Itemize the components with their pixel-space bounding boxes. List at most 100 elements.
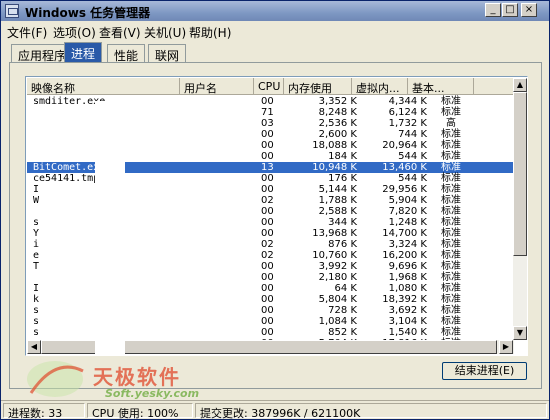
process-memory: 184 K (328, 151, 357, 162)
process-memory: 2,588 K (318, 206, 357, 217)
process-virtual-memory: 9,696 K (388, 261, 427, 272)
process-cpu: 02 (261, 250, 274, 261)
menu-view[interactable]: 查看(V) (99, 24, 141, 41)
task-manager-window: Windows 任务管理器 _ □ × 文件(F) 选项(O) 查看(V) 关机… (0, 0, 550, 420)
process-cpu: 00 (261, 327, 274, 338)
process-memory: 2,180 K (318, 272, 357, 283)
menu-help[interactable]: 帮助(H) (189, 24, 231, 41)
tab-performance[interactable]: 性能 (107, 44, 146, 63)
process-cpu: 71 (261, 107, 274, 118)
minimize-button[interactable]: _ (485, 3, 501, 17)
menu-file[interactable]: 文件(F) (7, 24, 47, 41)
title-bar[interactable]: Windows 任务管理器 _ □ × (1, 1, 549, 21)
process-name: i (33, 239, 40, 250)
column-header-cpu[interactable]: CPU (254, 78, 284, 95)
process-base-priority: 标准 (441, 151, 461, 162)
process-cpu: 00 (261, 151, 274, 162)
process-cpu: 03 (261, 118, 274, 129)
process-memory: 18,088 K (312, 140, 357, 151)
process-base-priority: 标准 (441, 162, 461, 173)
process-cpu: 00 (261, 294, 274, 305)
process-memory: 728 K (328, 305, 357, 316)
process-virtual-memory: 1,732 K (388, 118, 427, 129)
process-virtual-memory: 7,820 K (388, 206, 427, 217)
process-base-priority: 标准 (441, 327, 461, 338)
process-virtual-memory: 1,248 K (388, 217, 427, 228)
task-manager-icon (5, 4, 19, 18)
process-memory: 1,788 K (318, 195, 357, 206)
process-base-priority: 标准 (441, 217, 461, 228)
process-memory: 13,968 K (312, 228, 357, 239)
process-cpu: 00 (261, 305, 274, 316)
process-cpu: 00 (261, 140, 274, 151)
process-virtual-memory: 1,540 K (388, 327, 427, 338)
process-cpu: 00 (261, 316, 274, 327)
process-virtual-memory: 3,104 K (388, 316, 427, 327)
column-header-base-priority[interactable]: 基本... (408, 78, 474, 95)
scroll-up-button[interactable]: ▲ (513, 78, 527, 92)
vertical-scrollbar[interactable]: ▲ ▼ (513, 78, 527, 340)
process-cpu: 00 (261, 206, 274, 217)
process-name: e (33, 250, 40, 261)
redacted-area (95, 101, 125, 356)
scroll-right-button[interactable]: ▶ (499, 340, 513, 354)
process-base-priority: 标准 (441, 305, 461, 316)
process-name: T (33, 261, 40, 272)
process-memory: 2,600 K (318, 129, 357, 140)
process-base-priority: 标准 (441, 173, 461, 184)
process-virtual-memory: 544 K (398, 173, 427, 184)
process-memory: 876 K (328, 239, 357, 250)
column-header-filler (474, 78, 514, 95)
status-bar: 进程数: 33 CPU 使用: 100% 提交更改: 387996K / 621… (1, 400, 549, 420)
process-cpu: 00 (261, 184, 274, 195)
process-virtual-memory: 3,692 K (388, 305, 427, 316)
process-memory: 852 K (328, 327, 357, 338)
tab-networking[interactable]: 联网 (148, 44, 187, 63)
status-process-count: 进程数: 33 (3, 403, 85, 420)
process-memory: 3,352 K (318, 96, 357, 107)
status-commit-charge: 提交更改: 387996K / 621100K (195, 403, 547, 420)
process-base-priority: 标准 (441, 206, 461, 217)
process-virtual-memory: 4,344 K (388, 96, 427, 107)
process-cpu: 00 (261, 129, 274, 140)
process-name: s (33, 217, 40, 228)
process-base-priority: 标准 (441, 96, 461, 107)
process-virtual-memory: 20,964 K (382, 140, 427, 151)
scroll-down-button[interactable]: ▼ (513, 326, 527, 340)
process-memory: 3,992 K (318, 261, 357, 272)
process-virtual-memory: 5,904 K (388, 195, 427, 206)
process-cpu: 00 (261, 217, 274, 228)
menu-options[interactable]: 选项(O) (53, 24, 96, 41)
process-memory: 176 K (328, 173, 357, 184)
menu-shutdown[interactable]: 关机(U) (144, 24, 186, 41)
maximize-button[interactable]: □ (502, 3, 518, 17)
process-cpu: 00 (261, 228, 274, 239)
process-base-priority: 标准 (441, 140, 461, 151)
scroll-left-button[interactable]: ◀ (27, 340, 41, 354)
column-header-username[interactable]: 用户名 (180, 78, 254, 95)
tab-processes[interactable]: 进程 (64, 42, 103, 63)
process-base-priority: 标准 (441, 316, 461, 327)
process-memory: 5,144 K (318, 184, 357, 195)
process-memory: 10,760 K (312, 250, 357, 261)
process-base-priority: 标准 (441, 195, 461, 206)
process-memory: 8,248 K (318, 107, 357, 118)
column-header-virtual-memory[interactable]: 虚拟内... (352, 78, 408, 95)
process-virtual-memory: 1,080 K (388, 283, 427, 294)
process-virtual-memory: 744 K (398, 129, 427, 140)
column-header-memory[interactable]: 内存使用 (284, 78, 352, 95)
end-process-button[interactable]: 结束进程(E) (442, 362, 527, 380)
process-base-priority: 标准 (441, 272, 461, 283)
close-button[interactable]: × (521, 3, 537, 17)
process-memory: 64 K (334, 283, 357, 294)
process-virtual-memory: 13,460 K (382, 162, 427, 173)
vertical-scroll-thumb[interactable] (513, 92, 527, 256)
process-memory: 5,804 K (318, 294, 357, 305)
process-name: I (33, 184, 40, 195)
process-virtual-memory: 18,392 K (382, 294, 427, 305)
column-header-image-name[interactable]: 映像名称 (27, 78, 180, 95)
process-cpu: 00 (261, 173, 274, 184)
status-cpu-usage: CPU 使用: 100% (87, 403, 193, 420)
process-virtual-memory: 544 K (398, 151, 427, 162)
process-name: ce54141.tmp (33, 173, 100, 184)
